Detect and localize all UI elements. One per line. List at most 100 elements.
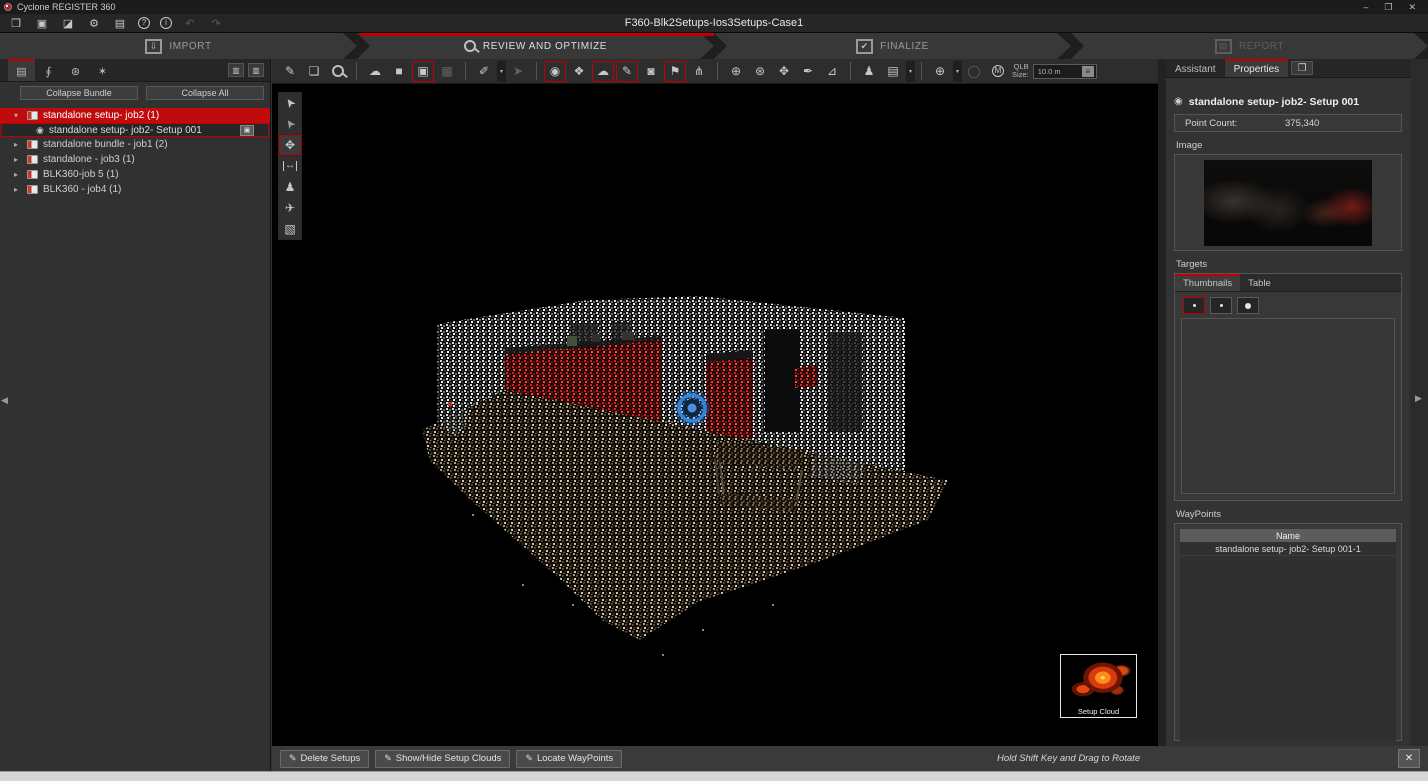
target-thumbnail-3[interactable] xyxy=(1237,297,1259,314)
marquee-select-tool-button[interactable]: ➤ xyxy=(279,114,301,134)
qlb-size-slider[interactable]: 10.0 m ≡ xyxy=(1033,64,1097,79)
slider-handle-icon[interactable]: ≡ xyxy=(1082,66,1094,77)
tab-project-folder[interactable]: ▤ xyxy=(8,59,35,81)
point-count-value: 375,340 xyxy=(1285,118,1319,129)
pages-button[interactable]: ❏ xyxy=(303,61,325,82)
expand-panel-button[interactable]: ❐ xyxy=(1291,61,1313,75)
pick-cursor-icon: ➤ xyxy=(513,64,523,78)
globe-pin-button[interactable]: ⊛ xyxy=(749,61,771,82)
waypoint-row[interactable]: standalone setup- job2- Setup 001-1 xyxy=(1180,542,1396,556)
tab-assistant[interactable]: Assistant xyxy=(1166,59,1225,77)
setup-image-thumbnail[interactable] xyxy=(1204,160,1372,246)
tree-item-standalone-setup-job2[interactable]: ▾ standalone setup- job2 (1) xyxy=(0,108,270,123)
tab-filter[interactable]: ✶ xyxy=(89,59,116,81)
axis-cube-icon: ⊿ xyxy=(827,64,837,78)
target-thumbnail-2[interactable] xyxy=(1210,297,1232,314)
cloud-pano-button[interactable]: ☁ xyxy=(364,61,386,82)
target-thumbnail-1[interactable] xyxy=(1183,297,1205,314)
pan-tool-button[interactable]: ✥ xyxy=(279,135,301,155)
setup-image-badge-icon[interactable]: ▣ xyxy=(240,125,254,136)
tab-target-table[interactable]: Table xyxy=(1240,274,1279,291)
workflow-step-finalize[interactable]: ✔ FINALIZE xyxy=(714,33,1071,59)
tab-properties[interactable]: Properties xyxy=(1225,59,1289,77)
measure-dropdown-caret[interactable]: ▾ xyxy=(497,61,506,82)
show-marks-button[interactable]: ✎ xyxy=(616,61,638,82)
walk-view-button[interactable]: ♟ xyxy=(858,61,880,82)
viewpoint-tool-button[interactable]: ♟ xyxy=(279,177,301,197)
cube-view-tool-button[interactable]: ▧ xyxy=(279,219,301,239)
delete-setups-button[interactable]: ✎ Delete Setups xyxy=(280,750,369,768)
orbit-axis-button[interactable]: ⊕ xyxy=(929,61,951,82)
setup-cloud-inset[interactable]: Setup Cloud xyxy=(1060,654,1137,718)
axis-view-button[interactable]: ⊿ xyxy=(821,61,843,82)
measure-distance-tool-button[interactable]: ↔ xyxy=(279,156,301,176)
collapse-all-button[interactable]: Collapse All xyxy=(146,86,264,100)
tree-item-standalone-bundle-job1[interactable]: ▸ standalone bundle - job1 (2) xyxy=(0,137,270,152)
maximize-button[interactable]: ❐ xyxy=(1384,2,1392,13)
tree-item-blk360-job5[interactable]: ▸ BLK360-job 5 (1) xyxy=(0,167,270,182)
globe-view-button[interactable]: ⊕ xyxy=(725,61,747,82)
orbit-axis-icon: ⊕ xyxy=(935,64,945,78)
tab-site-map[interactable]: ⊛ xyxy=(62,59,89,81)
tab-target-thumbnails[interactable]: Thumbnails xyxy=(1175,274,1240,291)
show-tags-button[interactable]: ❖ xyxy=(568,61,590,82)
locate-waypoints-button[interactable]: ✎ Locate WayPoints xyxy=(516,750,622,768)
sphere-m-button[interactable]: M xyxy=(987,61,1009,82)
show-images-button[interactable]: ◙ xyxy=(640,61,662,82)
draw-line-button[interactable]: ✒ xyxy=(797,61,819,82)
help-icon[interactable]: ? xyxy=(138,17,150,29)
orbit-dropdown-caret[interactable]: ▾ xyxy=(953,61,962,82)
remove-bundle-button[interactable]: ▥ xyxy=(248,63,264,77)
close-button[interactable]: ✕ xyxy=(1408,2,1416,13)
workflow-step-review-and-optimize[interactable]: REVIEW AND OPTIMIZE xyxy=(357,33,714,59)
workflow-step-report[interactable]: ▤ REPORT xyxy=(1071,33,1428,59)
sphere-view-button[interactable]: ◯ xyxy=(963,61,985,82)
show-clouds-button[interactable]: ☁ xyxy=(592,61,614,82)
square-view-button[interactable]: ■ xyxy=(388,61,410,82)
caret-right-icon[interactable]: ▸ xyxy=(14,155,22,164)
link-filter-button[interactable]: ⋔ xyxy=(688,61,710,82)
fit-view-button[interactable]: ✥ xyxy=(773,61,795,82)
filmstrip-dropdown-caret[interactable]: ▾ xyxy=(906,61,915,82)
redo-icon[interactable]: ↷ xyxy=(208,17,224,30)
workflow-step-import[interactable]: ⇩ IMPORT xyxy=(0,33,357,59)
undo-icon[interactable]: ↶ xyxy=(182,17,198,30)
review-magnifier-icon xyxy=(464,40,476,52)
storage-icon[interactable]: ▤ xyxy=(112,17,128,30)
open-project-icon[interactable]: ❒ xyxy=(8,17,24,30)
edit-cloud-button[interactable]: ✎ xyxy=(279,61,301,82)
minimize-button[interactable]: – xyxy=(1363,2,1368,13)
tree-item-setup-001[interactable]: ◉ standalone setup- job2- Setup 001 ▣ xyxy=(1,123,269,137)
collapse-right-panel-arrow[interactable]: ▶ xyxy=(1415,393,1422,404)
pencil-icon: ✎ xyxy=(384,753,392,764)
tree-item-blk360-job4[interactable]: ▸ BLK360 - job4 (1) xyxy=(0,182,270,197)
caret-right-icon[interactable]: ▸ xyxy=(14,140,22,149)
import-data-icon[interactable]: ◪ xyxy=(60,17,76,30)
collapse-bundle-button[interactable]: Collapse Bundle xyxy=(20,86,138,100)
zoom-region-button[interactable] xyxy=(327,61,349,82)
image-view-button[interactable]: ▦ xyxy=(436,61,458,82)
tree-item-standalone-job3[interactable]: ▸ standalone - job3 (1) xyxy=(0,152,270,167)
add-bundle-button[interactable]: ▥ xyxy=(228,63,244,77)
show-targets-button[interactable]: ◉ xyxy=(544,61,566,82)
export-image-icon[interactable]: ▣ xyxy=(34,17,50,30)
collapse-left-panel-arrow[interactable]: ◀ xyxy=(1,395,8,406)
walk-person-icon: ♟ xyxy=(864,64,875,78)
close-view-button[interactable]: ✕ xyxy=(1398,749,1420,768)
pick-point-button[interactable]: ➤ xyxy=(507,61,529,82)
fly-tool-button[interactable]: ✈ xyxy=(279,198,301,218)
caret-right-icon[interactable]: ▸ xyxy=(14,170,22,179)
tab-attachments[interactable]: ∮ xyxy=(35,59,62,81)
select-tool-button[interactable]: ➤ xyxy=(279,93,301,113)
point-cloud-viewport[interactable]: ➤ ➤ ✥ ↔ ♟ ✈ ▧ Setup Cloud xyxy=(272,84,1158,746)
pano-view-button[interactable]: ▣ xyxy=(412,61,434,82)
caret-right-icon[interactable]: ▸ xyxy=(14,185,22,194)
caret-down-icon[interactable]: ▾ xyxy=(14,111,22,120)
show-waypoints-button[interactable]: ⚑ xyxy=(664,61,686,82)
measure-button[interactable]: ✐ xyxy=(473,61,495,82)
show-hide-setup-clouds-button[interactable]: ✎ Show/Hide Setup Clouds xyxy=(375,750,510,768)
settings-gear-icon[interactable]: ⚙ xyxy=(86,17,102,30)
point-cloud-icon: ☁ xyxy=(369,64,381,78)
info-icon[interactable]: i xyxy=(160,17,172,29)
filmstrip-button[interactable]: ▤ xyxy=(882,61,904,82)
